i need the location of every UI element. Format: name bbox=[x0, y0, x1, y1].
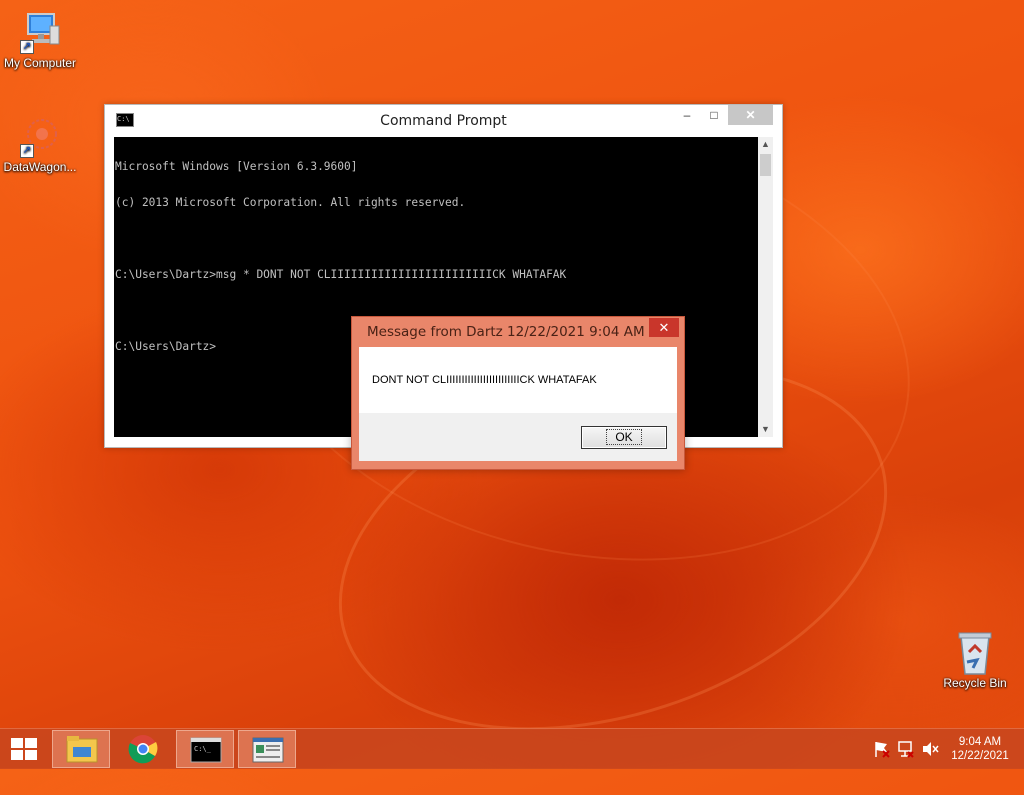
chrome-icon bbox=[128, 735, 158, 764]
taskbar-item-command-prompt[interactable]: C:\_ bbox=[176, 730, 234, 768]
dialog-message: DONT NOT CLIIIIIIIIIIIIIIIIIIIIIIIICK WH… bbox=[372, 374, 597, 386]
console-line: (c) 2013 Microsoft Corporation. All righ… bbox=[115, 196, 466, 209]
desktop-icon-my-computer[interactable]: ↗ My Computer bbox=[0, 10, 80, 70]
dialog-title: Message from Dartz 12/22/2021 9:04 AM bbox=[367, 324, 645, 340]
console-line: Microsoft Windows [Version 6.3.9600] bbox=[115, 160, 358, 173]
shortcut-arrow-icon: ↗ bbox=[20, 40, 34, 54]
computer-icon: ↗ bbox=[18, 10, 62, 54]
message-dialog[interactable]: Message from Dartz 12/22/2021 9:04 AM ✕ … bbox=[351, 316, 685, 470]
svg-text:C:\_: C:\_ bbox=[194, 745, 212, 753]
taskbar-clock[interactable]: 9:04 AM 12/22/2021 bbox=[942, 735, 1018, 763]
taskbar: C:\_ 9:04 AM 12/22/2021 bbox=[0, 728, 1024, 769]
recycle-bin-icon bbox=[953, 630, 997, 675]
windows-logo-icon bbox=[11, 738, 37, 760]
taskbar-item-message-window[interactable] bbox=[238, 730, 296, 768]
ok-button[interactable]: OK bbox=[581, 426, 667, 449]
close-button[interactable]: ✕ bbox=[728, 105, 773, 125]
maximize-button[interactable]: □ bbox=[701, 105, 727, 125]
volume-muted-icon[interactable] bbox=[920, 729, 940, 769]
dialog-close-button[interactable]: ✕ bbox=[649, 318, 679, 337]
dialog-body: DONT NOT CLIIIIIIIIIIIIIIIIIIIIIIIICK WH… bbox=[359, 347, 677, 413]
shortcut-arrow-icon: ↗ bbox=[20, 144, 34, 158]
window-icon bbox=[252, 737, 284, 763]
desktop-icon-label: My Computer bbox=[3, 56, 77, 70]
desktop-icon-recycle-bin[interactable]: Recycle Bin bbox=[935, 630, 1015, 690]
dialog-footer: OK bbox=[359, 413, 677, 461]
network-icon[interactable] bbox=[896, 729, 916, 769]
console-line: C:\Users\Dartz>msg * DONT NOT CLIIIIIIII… bbox=[115, 268, 567, 281]
folder-icon bbox=[66, 736, 98, 763]
ok-button-label: OK bbox=[606, 429, 642, 445]
window-titlebar[interactable]: C:\ Command Prompt – □ ✕ bbox=[105, 105, 782, 136]
minimize-button[interactable]: – bbox=[674, 105, 700, 125]
desktop-icon-label: DataWagon... bbox=[3, 160, 77, 174]
start-button[interactable] bbox=[0, 729, 48, 769]
action-center-flag-icon[interactable] bbox=[872, 729, 892, 769]
scroll-up-icon[interactable]: ▲ bbox=[758, 137, 773, 152]
desktop-icon-datawagon[interactable]: ↗ DataWagon... bbox=[0, 114, 80, 174]
taskbar-item-file-explorer[interactable] bbox=[52, 730, 110, 768]
cmd-icon: C:\_ bbox=[190, 737, 222, 763]
scroll-thumb[interactable] bbox=[760, 154, 771, 176]
clock-time: 9:04 AM bbox=[958, 736, 1002, 748]
clock-date: 12/22/2021 bbox=[951, 750, 1009, 762]
vertical-scrollbar[interactable]: ▲ ▼ bbox=[758, 137, 773, 437]
desktop-icon-label: Recycle Bin bbox=[943, 676, 1007, 690]
datawagon-icon: ↗ bbox=[18, 114, 62, 158]
taskbar-item-chrome[interactable] bbox=[114, 730, 172, 768]
scroll-down-icon[interactable]: ▼ bbox=[758, 422, 773, 437]
